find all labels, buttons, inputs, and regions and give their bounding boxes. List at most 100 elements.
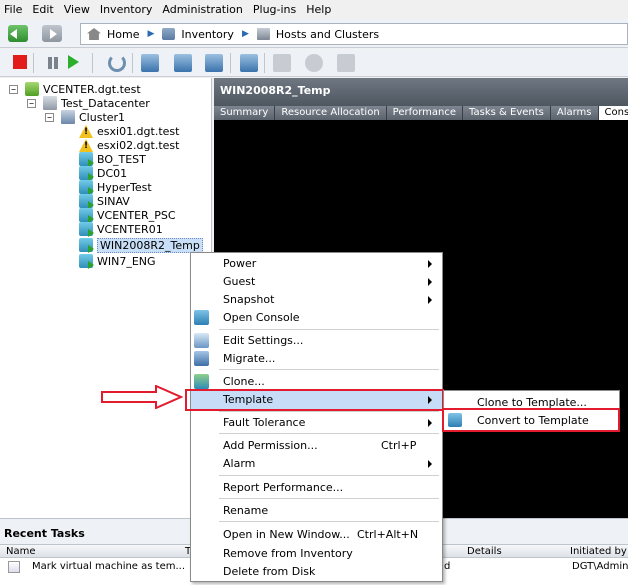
menu-file[interactable]: File [4,3,22,16]
breadcrumb-separator-icon: ▶ [147,29,155,39]
tab-tasks-events[interactable]: Tasks & Events [463,106,551,120]
tree-node-vm[interactable]: VCENTER_PSC [79,208,176,223]
shortcut-label: Ctrl+P [381,439,417,452]
menu-item-add-permission[interactable]: Add Permission... Ctrl+P [191,437,442,455]
tree-node-vcenter[interactable]: VCENTER.dgt.test [25,82,141,96]
tree-node-label: DC01 [97,166,128,180]
collapse-cluster-icon[interactable]: − [45,113,54,122]
menu-item-delete-disk[interactable]: Delete from Disk [191,563,442,581]
hosts-clusters-icon [256,28,270,40]
column-details[interactable]: Details [467,546,502,557]
menu-view[interactable]: View [64,3,90,16]
migrate-icon [194,351,209,366]
menu-separator [219,475,439,476]
menu-item-rename[interactable]: Rename [191,502,442,520]
task-name: Mark virtual machine as tem... [32,561,186,572]
tree-node-vm[interactable]: SINAV [79,194,130,209]
menu-item-alarm[interactable]: Alarm [191,455,442,473]
tab-summary[interactable]: Summary [214,106,276,120]
menu-item-report-performance[interactable]: Report Performance... [191,479,442,497]
tree-node-label: HyperTest [97,180,152,194]
submenu-arrow-icon [428,419,432,427]
tree-node-label: Cluster1 [79,110,126,124]
power-off-icon[interactable] [13,55,27,69]
tree-node-vm[interactable]: HyperTest [79,180,152,195]
take-snapshot-icon[interactable] [141,54,159,72]
tree-node-vm-selected[interactable]: WIN2008R2_Temp [79,237,203,253]
menu-separator [219,498,439,499]
tree-node-host[interactable]: esxi02.dgt.test [79,138,179,152]
tree-node-label: SINAV [97,194,130,208]
edit-settings-icon [194,333,209,348]
vm-powered-on-icon [79,166,94,181]
column-initiated-by[interactable]: Initiated by [570,546,627,557]
navigation-bar: Home ▶ Inventory ▶ Hosts and Clusters [0,19,628,48]
console-icon[interactable] [240,54,258,72]
collapse-vcenter-icon[interactable]: − [9,85,18,94]
menu-item-power[interactable]: Power [191,255,442,273]
migrate-icon[interactable] [305,54,323,72]
tree-node-label: Test_Datacenter [61,96,150,110]
vm-powered-on-icon [79,208,94,223]
tools-icon[interactable] [337,54,355,72]
breadcrumb-home[interactable]: Home [107,28,139,41]
tab-alarms[interactable]: Alarms [550,106,599,120]
toolbar-divider [132,53,133,73]
back-arrow-icon[interactable] [8,25,28,42]
breadcrumb-hosts-clusters[interactable]: Hosts and Clusters [276,28,379,41]
shortcut-label: Ctrl+Alt+N [357,528,419,541]
tree-node-vm[interactable]: BO_TEST [79,152,146,167]
console-icon [194,310,209,325]
menu-administration[interactable]: Administration [162,3,243,16]
tree-node-vm[interactable]: VCENTER01 [79,222,163,237]
menu-item-label: Open Console [223,311,300,324]
tree-node-label: BO_TEST [97,152,146,166]
home-icon [87,28,101,40]
inventory-icon [162,28,176,40]
tab-console[interactable]: Conso [598,106,628,120]
toolbar-divider [264,53,265,73]
menu-item-fault-tolerance[interactable]: Fault Tolerance [191,414,442,432]
breadcrumb-separator-icon: ▶ [241,29,249,39]
tree-node-vm[interactable]: WIN7_ENG [79,254,156,269]
menu-item-label: Alarm [223,457,256,470]
menu-item-label: Snapshot [223,293,275,306]
menu-item-snapshot[interactable]: Snapshot [191,291,442,309]
menu-separator [219,433,439,434]
collapse-datacenter-icon[interactable]: − [27,99,36,108]
snapshot-manager-icon[interactable] [205,54,223,72]
task-icon [8,561,20,573]
tree-node-vm[interactable]: DC01 [79,166,128,181]
menu-inventory[interactable]: Inventory [100,3,153,16]
suspend-icon[interactable] [44,54,62,72]
tab-resource-allocation[interactable]: Resource Allocation [275,106,387,120]
menu-item-remove-inventory[interactable]: Remove from Inventory [191,545,442,563]
tab-performance[interactable]: Performance [386,106,464,120]
menu-edit[interactable]: Edit [32,3,53,16]
menu-item-edit-settings[interactable]: Edit Settings... [191,332,442,350]
submenu-arrow-icon [428,296,432,304]
forward-arrow-icon[interactable] [42,25,62,42]
edit-settings-icon[interactable] [273,54,291,72]
tree-node-label: esxi02.dgt.test [97,138,180,152]
menu-item-open-console[interactable]: Open Console [191,309,442,327]
breadcrumb-inventory[interactable]: Inventory [181,28,234,41]
tree-node-host[interactable]: esxi01.dgt.test [79,124,179,138]
menu-item-guest[interactable]: Guest [191,273,442,291]
menu-plugins[interactable]: Plug-ins [253,3,296,16]
highlight-box-template [185,389,444,411]
tree-node-datacenter[interactable]: Test_Datacenter [43,96,150,110]
column-name[interactable]: Name [6,546,36,557]
reset-icon[interactable] [108,54,126,72]
menu-help[interactable]: Help [306,3,331,16]
menu-separator [219,411,439,412]
context-menu: Power Guest Snapshot Open Console Edit S… [190,252,443,582]
tree-node-label: VCENTER.dgt.test [43,82,141,96]
power-on-icon[interactable] [68,55,79,69]
vm-powered-on-icon [79,238,94,253]
menu-item-migrate[interactable]: Migrate... [191,350,442,368]
menu-item-label: Edit Settings... [223,334,304,347]
tree-node-cluster[interactable]: Cluster1 [61,110,125,124]
revert-snapshot-icon[interactable] [174,54,192,72]
menu-item-open-new-window[interactable]: Open in New Window... Ctrl+Alt+N [191,526,442,544]
